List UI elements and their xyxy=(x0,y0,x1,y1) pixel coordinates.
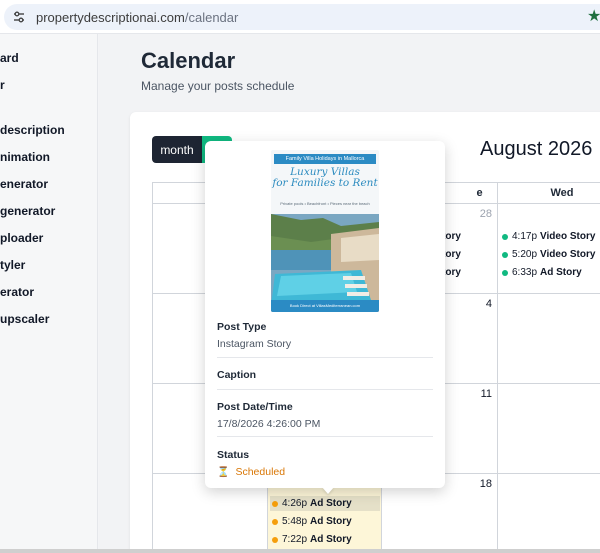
page-title: Calendar xyxy=(141,48,236,73)
bookmark-star-icon[interactable]: ★ xyxy=(587,6,600,26)
month-view-button[interactable]: month xyxy=(152,136,202,163)
sidebar-item-generator-3[interactable]: erator xyxy=(0,285,34,299)
divider xyxy=(217,389,433,390)
day-cell[interactable]: 4:17p Video Story 5:20p Video Story 6:33p A… xyxy=(497,203,600,294)
day-number: 4 xyxy=(485,298,492,310)
event-dot xyxy=(502,269,508,276)
address-bar[interactable]: propertydescriptionai.com/calendar xyxy=(4,4,600,30)
url-text[interactable]: propertydescriptionai.com/calendar xyxy=(36,10,238,25)
event-dot xyxy=(502,251,508,258)
sidebar-item-animation[interactable]: nimation xyxy=(0,150,50,164)
url-path: /calendar xyxy=(184,9,239,25)
sidebar: ard r description nimation enerator gene… xyxy=(0,34,98,553)
event-dot xyxy=(272,518,278,525)
calendar-event[interactable]: 5:48p Ad Story xyxy=(272,516,352,527)
sidebar-item-generator[interactable]: enerator xyxy=(0,177,48,191)
day-number: 28 xyxy=(479,208,492,220)
sidebar-item-description[interactable]: description xyxy=(0,123,65,137)
calendar-event[interactable]: 4:26p Ad Story xyxy=(270,496,380,511)
calendar-title: August 2026 xyxy=(480,138,593,160)
url-domain: propertydescriptionai.com xyxy=(36,9,185,25)
day-cell[interactable] xyxy=(497,293,600,384)
calendar-event[interactable]: 4:17p Video Story xyxy=(502,231,595,242)
image-tagline: Private pools • Beachfront • Pieces near… xyxy=(280,201,370,206)
popover-arrow xyxy=(322,487,334,494)
post-type-label: Post Type xyxy=(217,321,267,333)
sidebar-item-generator-2[interactable]: generator xyxy=(0,204,55,218)
sidebar-item-uploader[interactable]: ploader xyxy=(0,231,43,245)
event-dot xyxy=(272,536,278,543)
horizontal-scrollbar[interactable] xyxy=(0,549,600,553)
event-dot xyxy=(272,500,278,507)
event-details-popover: Family Villa Holidays in Mallorca Luxury… xyxy=(205,141,445,488)
page-subtitle: Manage your posts schedule xyxy=(141,79,295,93)
sidebar-item-dashboard[interactable]: ard xyxy=(0,51,19,65)
caption-label: Caption xyxy=(217,369,257,381)
sidebar-item-upscaler[interactable]: upscaler xyxy=(0,312,49,326)
post-date-label: Post Date/Time xyxy=(217,401,293,413)
day-cell[interactable] xyxy=(497,473,600,553)
day-cell[interactable] xyxy=(497,383,600,474)
col-header-wed: Wed xyxy=(497,182,600,204)
calendar-event[interactable]: 6:33p Ad Story xyxy=(502,267,582,278)
calendar-event[interactable]: 5:20p Video Story xyxy=(502,249,595,260)
villa-pool-scene xyxy=(271,214,379,312)
calendar-event[interactable]: 7:22p Ad Story xyxy=(272,534,352,545)
day-number: 18 xyxy=(479,478,492,490)
sidebar-item-2[interactable]: r xyxy=(0,78,5,92)
status-badge: ⏳ Scheduled xyxy=(217,466,286,478)
browser-toolbar: propertydescriptionai.com/calendar ★ xyxy=(0,0,600,34)
post-type-value: Instagram Story xyxy=(217,338,292,350)
divider xyxy=(217,436,433,437)
image-headline: Luxury Villas for Families to Rent xyxy=(272,166,378,189)
image-banner: Family Villa Holidays in Mallorca xyxy=(274,154,376,164)
day-number: 11 xyxy=(480,388,492,400)
divider xyxy=(217,357,433,358)
event-dot xyxy=(502,233,508,240)
status-label: Status xyxy=(217,449,250,461)
hourglass-icon: ⏳ xyxy=(217,466,230,478)
tune-icon[interactable] xyxy=(8,6,30,28)
sidebar-item-styler[interactable]: tyler xyxy=(0,258,25,272)
post-image[interactable]: Family Villa Holidays in Mallorca Luxury… xyxy=(271,150,379,312)
image-footer: Book Direct at VillasMediterranean.com xyxy=(271,300,379,312)
post-date-value: 17/8/2026 4:26:00 PM xyxy=(217,418,321,430)
